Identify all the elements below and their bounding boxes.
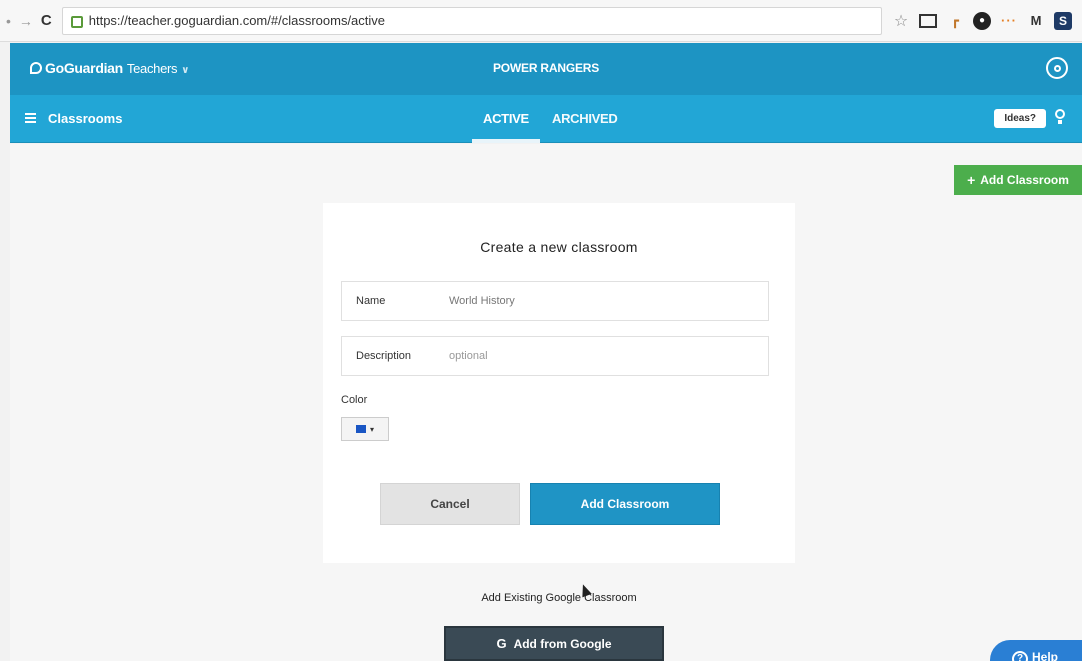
name-label: Name xyxy=(356,295,386,307)
circle-extension-icon[interactable]: ● xyxy=(973,11,991,30)
reload-icon[interactable]: C xyxy=(41,12,52,29)
forward-icon[interactable]: → xyxy=(19,13,33,29)
active-tab-indicator xyxy=(472,139,540,143)
address-bar[interactable]: https://teacher.goguardian.com/#/classro… xyxy=(61,6,882,35)
lock-icon xyxy=(70,15,83,28)
chevron-down-icon: ▾ xyxy=(369,424,374,434)
ideas-button[interactable]: Ideas? xyxy=(994,109,1046,128)
mail-extension-icon[interactable]: M xyxy=(1027,12,1045,30)
name-input[interactable] xyxy=(449,295,754,307)
add-from-google-label: Add from Google xyxy=(513,636,612,651)
tab-archived[interactable]: ARCHIVED xyxy=(552,111,618,126)
google-section-label: Add Existing Google Classroom xyxy=(481,592,637,604)
tab-active[interactable]: ACTIVE xyxy=(483,111,529,126)
description-field[interactable]: Description xyxy=(341,336,769,376)
s-extension-icon[interactable]: S xyxy=(1054,11,1072,30)
org-title: POWER RANGERS xyxy=(492,61,600,75)
sub-navigation: Classrooms ACTIVE ARCHIVED Ideas? xyxy=(10,95,1082,143)
user-account-icon[interactable] xyxy=(1046,57,1068,79)
help-label: Help xyxy=(1032,650,1059,661)
add-classroom-submit-button[interactable]: Add Classroom xyxy=(530,483,720,525)
section-title[interactable]: Classrooms xyxy=(48,111,122,126)
more-dots-icon[interactable]: ··· xyxy=(1000,12,1018,30)
cancel-button[interactable]: Cancel xyxy=(380,483,520,525)
cast-icon[interactable] xyxy=(919,13,937,28)
help-button[interactable]: ? Help xyxy=(990,640,1082,661)
name-field[interactable]: Name xyxy=(341,281,769,321)
question-icon: ? xyxy=(1012,651,1028,661)
app-header: GoGuardian Teachers ∨ POWER RANGERS xyxy=(10,43,1082,95)
url-text: https://teacher.goguardian.com/#/classro… xyxy=(88,13,386,28)
extensions-bar: ☆ ┏ ● ··· M S xyxy=(892,11,1076,30)
form-title: Create a new classroom xyxy=(480,239,638,255)
add-from-google-button[interactable]: G Add from Google xyxy=(444,626,664,661)
lightbulb-icon[interactable] xyxy=(1054,109,1066,125)
google-icon: G xyxy=(496,636,507,651)
description-label: Description xyxy=(356,350,412,362)
bookmark-star-icon[interactable]: ☆ xyxy=(892,12,910,30)
add-classroom-button[interactable]: + Add Classroom xyxy=(954,165,1082,195)
color-swatch xyxy=(355,425,366,433)
color-picker[interactable]: ▾ xyxy=(341,417,389,441)
color-label: Color xyxy=(341,394,368,406)
description-input[interactable] xyxy=(449,350,754,362)
menu-icon[interactable] xyxy=(25,113,36,123)
plus-icon: + xyxy=(967,172,976,188)
hammer-extension-icon[interactable]: ┏ xyxy=(946,12,964,30)
browser-toolbar: • → C https://teacher.goguardian.com/#/c… xyxy=(0,0,1082,42)
create-classroom-card: Create a new classroom Name Description … xyxy=(323,203,795,563)
back-icon[interactable]: • xyxy=(6,13,11,29)
add-classroom-label: Add Classroom xyxy=(980,173,1069,187)
